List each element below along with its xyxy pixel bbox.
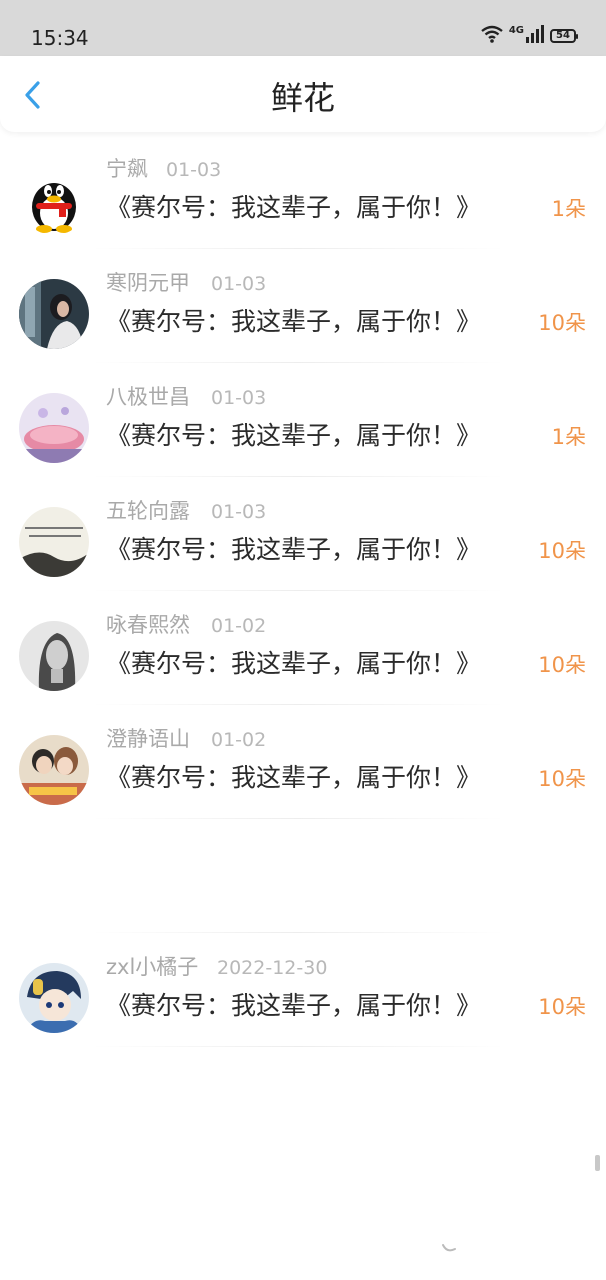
photo-avatar [19, 279, 89, 349]
message-text: 《赛尔号：我这辈子，属于你！》 [106, 307, 482, 336]
sender-name: 澄静语山 [106, 727, 190, 751]
send-date: 2022-12-30 [217, 957, 328, 979]
photo-avatar [19, 393, 89, 463]
avatar [19, 165, 89, 235]
send-date: 01-03 [166, 159, 222, 181]
message-text: 《赛尔号：我这辈子，属于你！》 [106, 991, 482, 1020]
message-text: 《赛尔号：我这辈子，属于你！》 [106, 649, 482, 678]
divider [90, 1046, 506, 1047]
message-text: 《赛尔号：我这辈子，属于你！》 [106, 763, 482, 792]
avatar [19, 279, 89, 349]
flower-count: 10朵 [538, 995, 586, 1019]
avatar [19, 963, 89, 1033]
qq-penguin-icon [19, 165, 89, 235]
sender-name: 八极世昌 [106, 385, 190, 409]
photo-avatar [19, 735, 89, 805]
list-item[interactable]: 五轮向露 01-03 《赛尔号：我这辈子，属于你！》 10朵 [0, 477, 606, 591]
page-title: 鲜花 [270, 79, 335, 117]
list-item[interactable]: 寒阴元甲 01-03 《赛尔号：我这辈子，属于你！》 10朵 [0, 249, 606, 363]
photo-avatar [19, 621, 89, 691]
status-icons: 4G 54 [481, 24, 578, 47]
battery-icon: 54 [550, 29, 578, 43]
status-bar: 15:34 4G 54 [0, 0, 606, 56]
flower-count: 1朵 [551, 197, 586, 221]
message-text: 《赛尔号：我这辈子，属于你！》 [106, 421, 482, 450]
avatar [19, 507, 89, 577]
avatar [19, 621, 89, 691]
anime-avatar [19, 963, 89, 1033]
status-time: 15:34 [31, 26, 89, 50]
wifi-icon [481, 25, 503, 47]
list-item[interactable]: 澄静语山 01-02 《赛尔号：我这辈子，属于你！》 10朵 [0, 705, 606, 819]
scrollbar[interactable] [595, 1155, 600, 1171]
message-text: 《赛尔号：我这辈子，属于你！》 [106, 193, 482, 222]
list-item[interactable]: 八极世昌 01-03 《赛尔号：我这辈子，属于你！》 1朵 [0, 363, 606, 477]
list-item-empty [0, 819, 606, 933]
flower-record-list: 宁飙 01-03 《赛尔号：我这辈子，属于你！》 1朵 寒阴元甲 01-03 《… [0, 135, 606, 1047]
avatar [19, 393, 89, 463]
send-date: 01-03 [211, 273, 267, 295]
flower-count: 10朵 [538, 653, 586, 677]
nav-bar: 鲜花 [0, 56, 606, 132]
flower-count: 1朵 [551, 425, 586, 449]
sender-name: 五轮向露 [106, 499, 190, 523]
list-item[interactable]: 宁飙 01-03 《赛尔号：我这辈子，属于你！》 1朵 [0, 135, 606, 249]
message-text: 《赛尔号：我这辈子，属于你！》 [106, 535, 482, 564]
send-date: 01-02 [211, 729, 267, 751]
list-item[interactable]: 咏春熙然 01-02 《赛尔号：我这辈子，属于你！》 10朵 [0, 591, 606, 705]
flower-count: 10朵 [538, 767, 586, 791]
network-type: 4G [508, 24, 524, 36]
send-date: 01-03 [211, 501, 267, 523]
loading-icon [441, 1240, 457, 1254]
send-date: 01-02 [211, 615, 267, 637]
flower-count: 10朵 [538, 311, 586, 335]
avatar [19, 735, 89, 805]
sender-name: 寒阴元甲 [106, 271, 190, 295]
signal-icon [526, 25, 544, 47]
sender-name: zxl小橘子 [106, 955, 199, 979]
photo-avatar [19, 507, 89, 577]
send-date: 01-03 [211, 387, 267, 409]
sender-name: 宁飙 [106, 157, 148, 181]
sender-name: 咏春熙然 [106, 613, 190, 637]
list-item[interactable]: zxl小橘子 2022-12-30 《赛尔号：我这辈子，属于你！》 10朵 [0, 933, 606, 1047]
flower-count: 10朵 [538, 539, 586, 563]
